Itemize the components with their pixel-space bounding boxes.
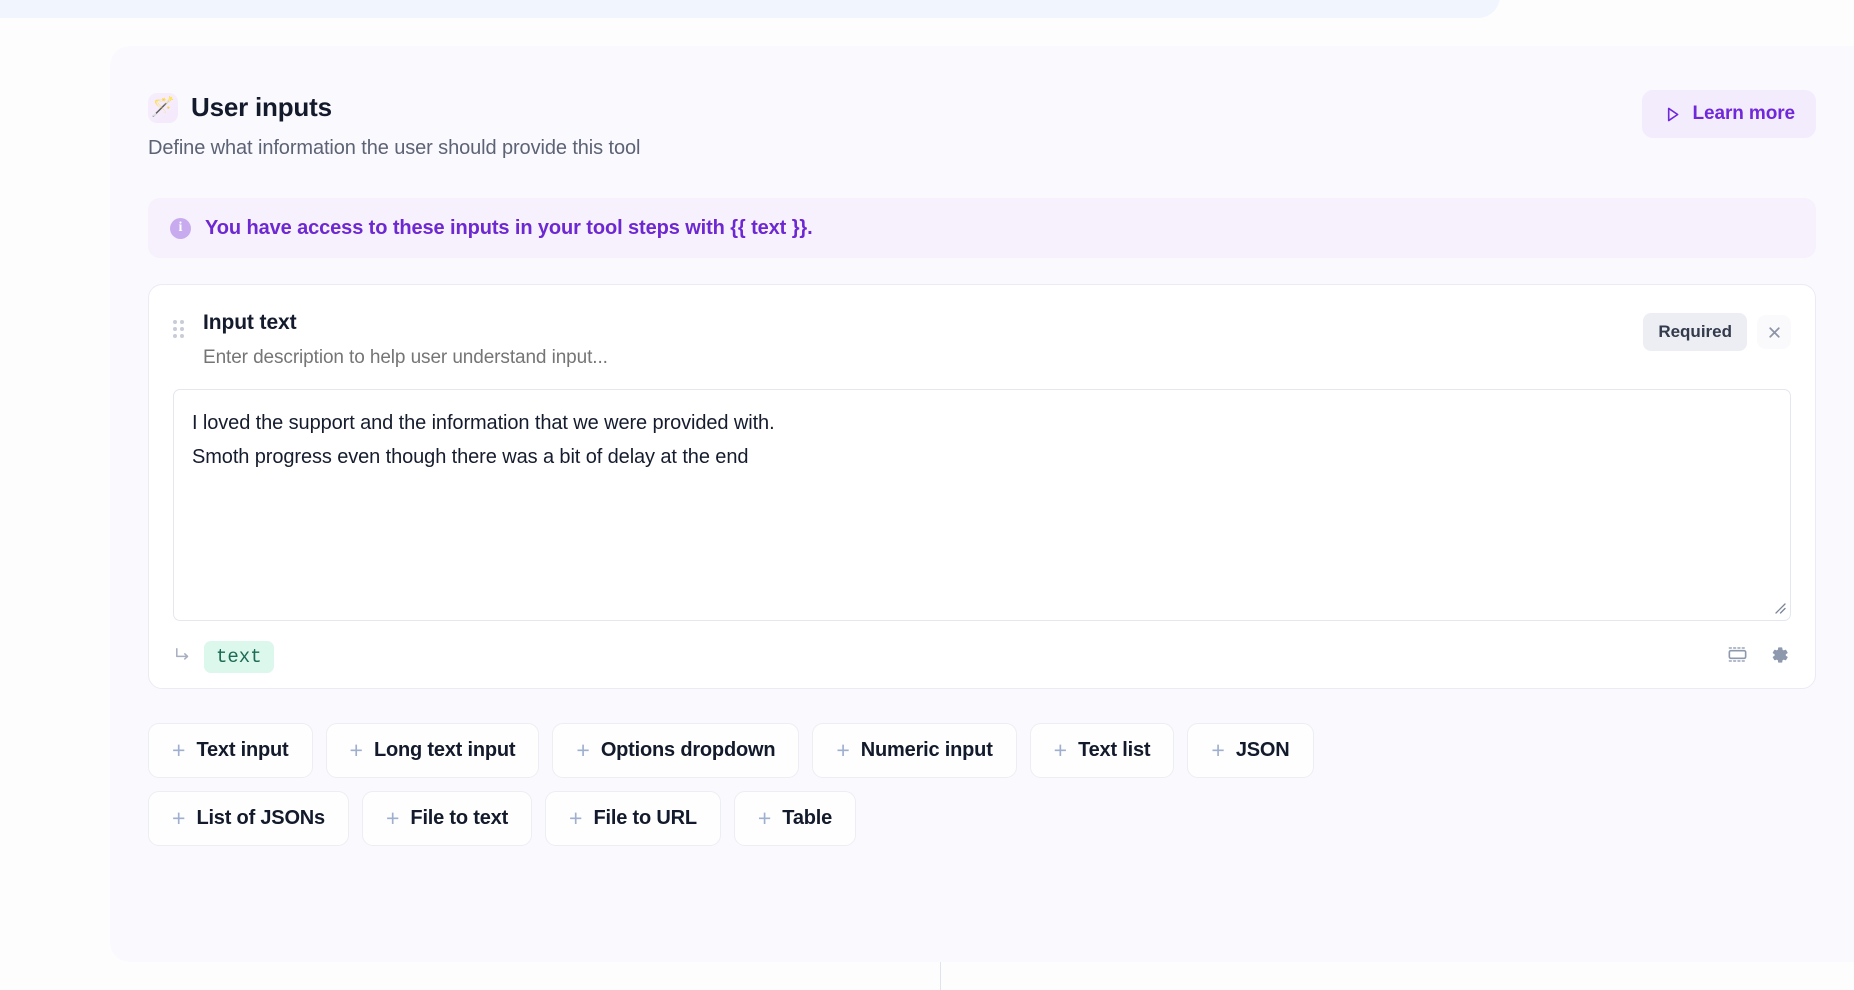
input-value-textarea[interactable] <box>173 389 1791 621</box>
plus-icon: + <box>385 805 400 831</box>
info-banner: i You have access to these inputs in you… <box>148 198 1816 258</box>
add-button-label: File to URL <box>593 807 697 829</box>
panel-subtitle: Define what information the user should … <box>148 137 641 159</box>
required-badge[interactable]: Required <box>1643 313 1747 351</box>
info-icon: i <box>170 217 191 239</box>
add-button-label: List of JSONs <box>196 807 325 829</box>
plus-icon: + <box>576 737 590 763</box>
learn-more-button[interactable]: Learn more <box>1641 90 1816 138</box>
add-button-label: Text input <box>196 739 289 761</box>
input-value-wrapper <box>173 389 1791 626</box>
page-title: User inputs <box>191 92 332 122</box>
info-banner-text: You have access to these inputs in your … <box>205 216 813 239</box>
add-button-label: Options dropdown <box>600 739 776 761</box>
plus-icon: + <box>1053 737 1068 763</box>
play-icon <box>1663 105 1682 124</box>
input-title[interactable]: Input text <box>203 311 1643 335</box>
add-button-label: JSON <box>1235 739 1290 761</box>
plus-icon: + <box>349 737 363 763</box>
add-button-label: Text list <box>1078 739 1151 761</box>
add-table-button[interactable]: + Table <box>733 791 857 846</box>
variable-name-chip[interactable]: text <box>204 641 274 673</box>
plus-icon: + <box>172 805 186 831</box>
add-file-to-url-button[interactable]: + File to URL <box>545 791 721 846</box>
add-text-input-button[interactable]: + Text input <box>148 723 313 778</box>
input-card-header-actions: Required <box>1643 313 1791 351</box>
add-numeric-input-button[interactable]: + Numeric input <box>812 723 1017 778</box>
add-button-label: Long text input <box>373 739 516 761</box>
add-buttons-row-2: + List of JSONs + File to text + File to… <box>148 791 1816 846</box>
input-card: Input text Required <box>148 284 1816 689</box>
drag-handle-icon[interactable] <box>173 320 187 338</box>
user-inputs-panel: 🪄 User inputs Define what information th… <box>110 46 1854 962</box>
input-description-field[interactable] <box>203 347 1644 369</box>
form-input-icon[interactable] <box>1726 643 1749 671</box>
panel-header-text: 🪄 User inputs Define what information th… <box>148 90 640 160</box>
panel-title-row: 🪄 User inputs <box>148 92 640 123</box>
add-file-to-text-button[interactable]: + File to text <box>361 791 533 846</box>
corner-down-right-icon <box>173 645 192 669</box>
add-json-button[interactable]: + JSON <box>1187 723 1314 778</box>
plus-icon: + <box>172 737 186 763</box>
plus-icon: + <box>1211 737 1225 763</box>
add-buttons-row-1: + Text input + Long text input + Options… <box>148 723 1816 778</box>
close-icon[interactable] <box>1757 315 1791 349</box>
add-input-buttons: + Text input + Long text input + Options… <box>148 723 1816 846</box>
input-card-footer-actions <box>1726 643 1791 672</box>
input-card-header-text: Input text <box>203 311 1644 369</box>
add-options-dropdown-button[interactable]: + Options dropdown <box>552 723 800 778</box>
variable-reference: text <box>173 641 274 673</box>
top-background-strip <box>0 0 1500 18</box>
magic-wand-icon: 🪄 <box>148 92 178 123</box>
input-card-footer: text <box>173 626 1791 688</box>
bottom-vertical-divider <box>940 962 941 990</box>
plus-icon: + <box>757 805 772 831</box>
add-button-label: File to text <box>410 807 509 829</box>
learn-more-label: Learn more <box>1692 103 1796 124</box>
add-text-list-button[interactable]: + Text list <box>1029 723 1175 778</box>
plus-icon: + <box>836 737 850 763</box>
page-root: 🪄 User inputs Define what information th… <box>0 0 1854 990</box>
bottom-region <box>0 962 1854 990</box>
gear-icon[interactable] <box>1767 643 1791 672</box>
plus-icon: + <box>569 805 583 831</box>
input-card-header: Input text Required <box>173 311 1791 369</box>
panel-header: 🪄 User inputs Define what information th… <box>148 90 1816 160</box>
add-button-label: Table <box>782 807 833 829</box>
add-button-label: Numeric input <box>860 739 993 761</box>
add-list-of-jsons-button[interactable]: + List of JSONs <box>148 791 349 846</box>
add-long-text-input-button[interactable]: + Long text input <box>325 723 540 778</box>
